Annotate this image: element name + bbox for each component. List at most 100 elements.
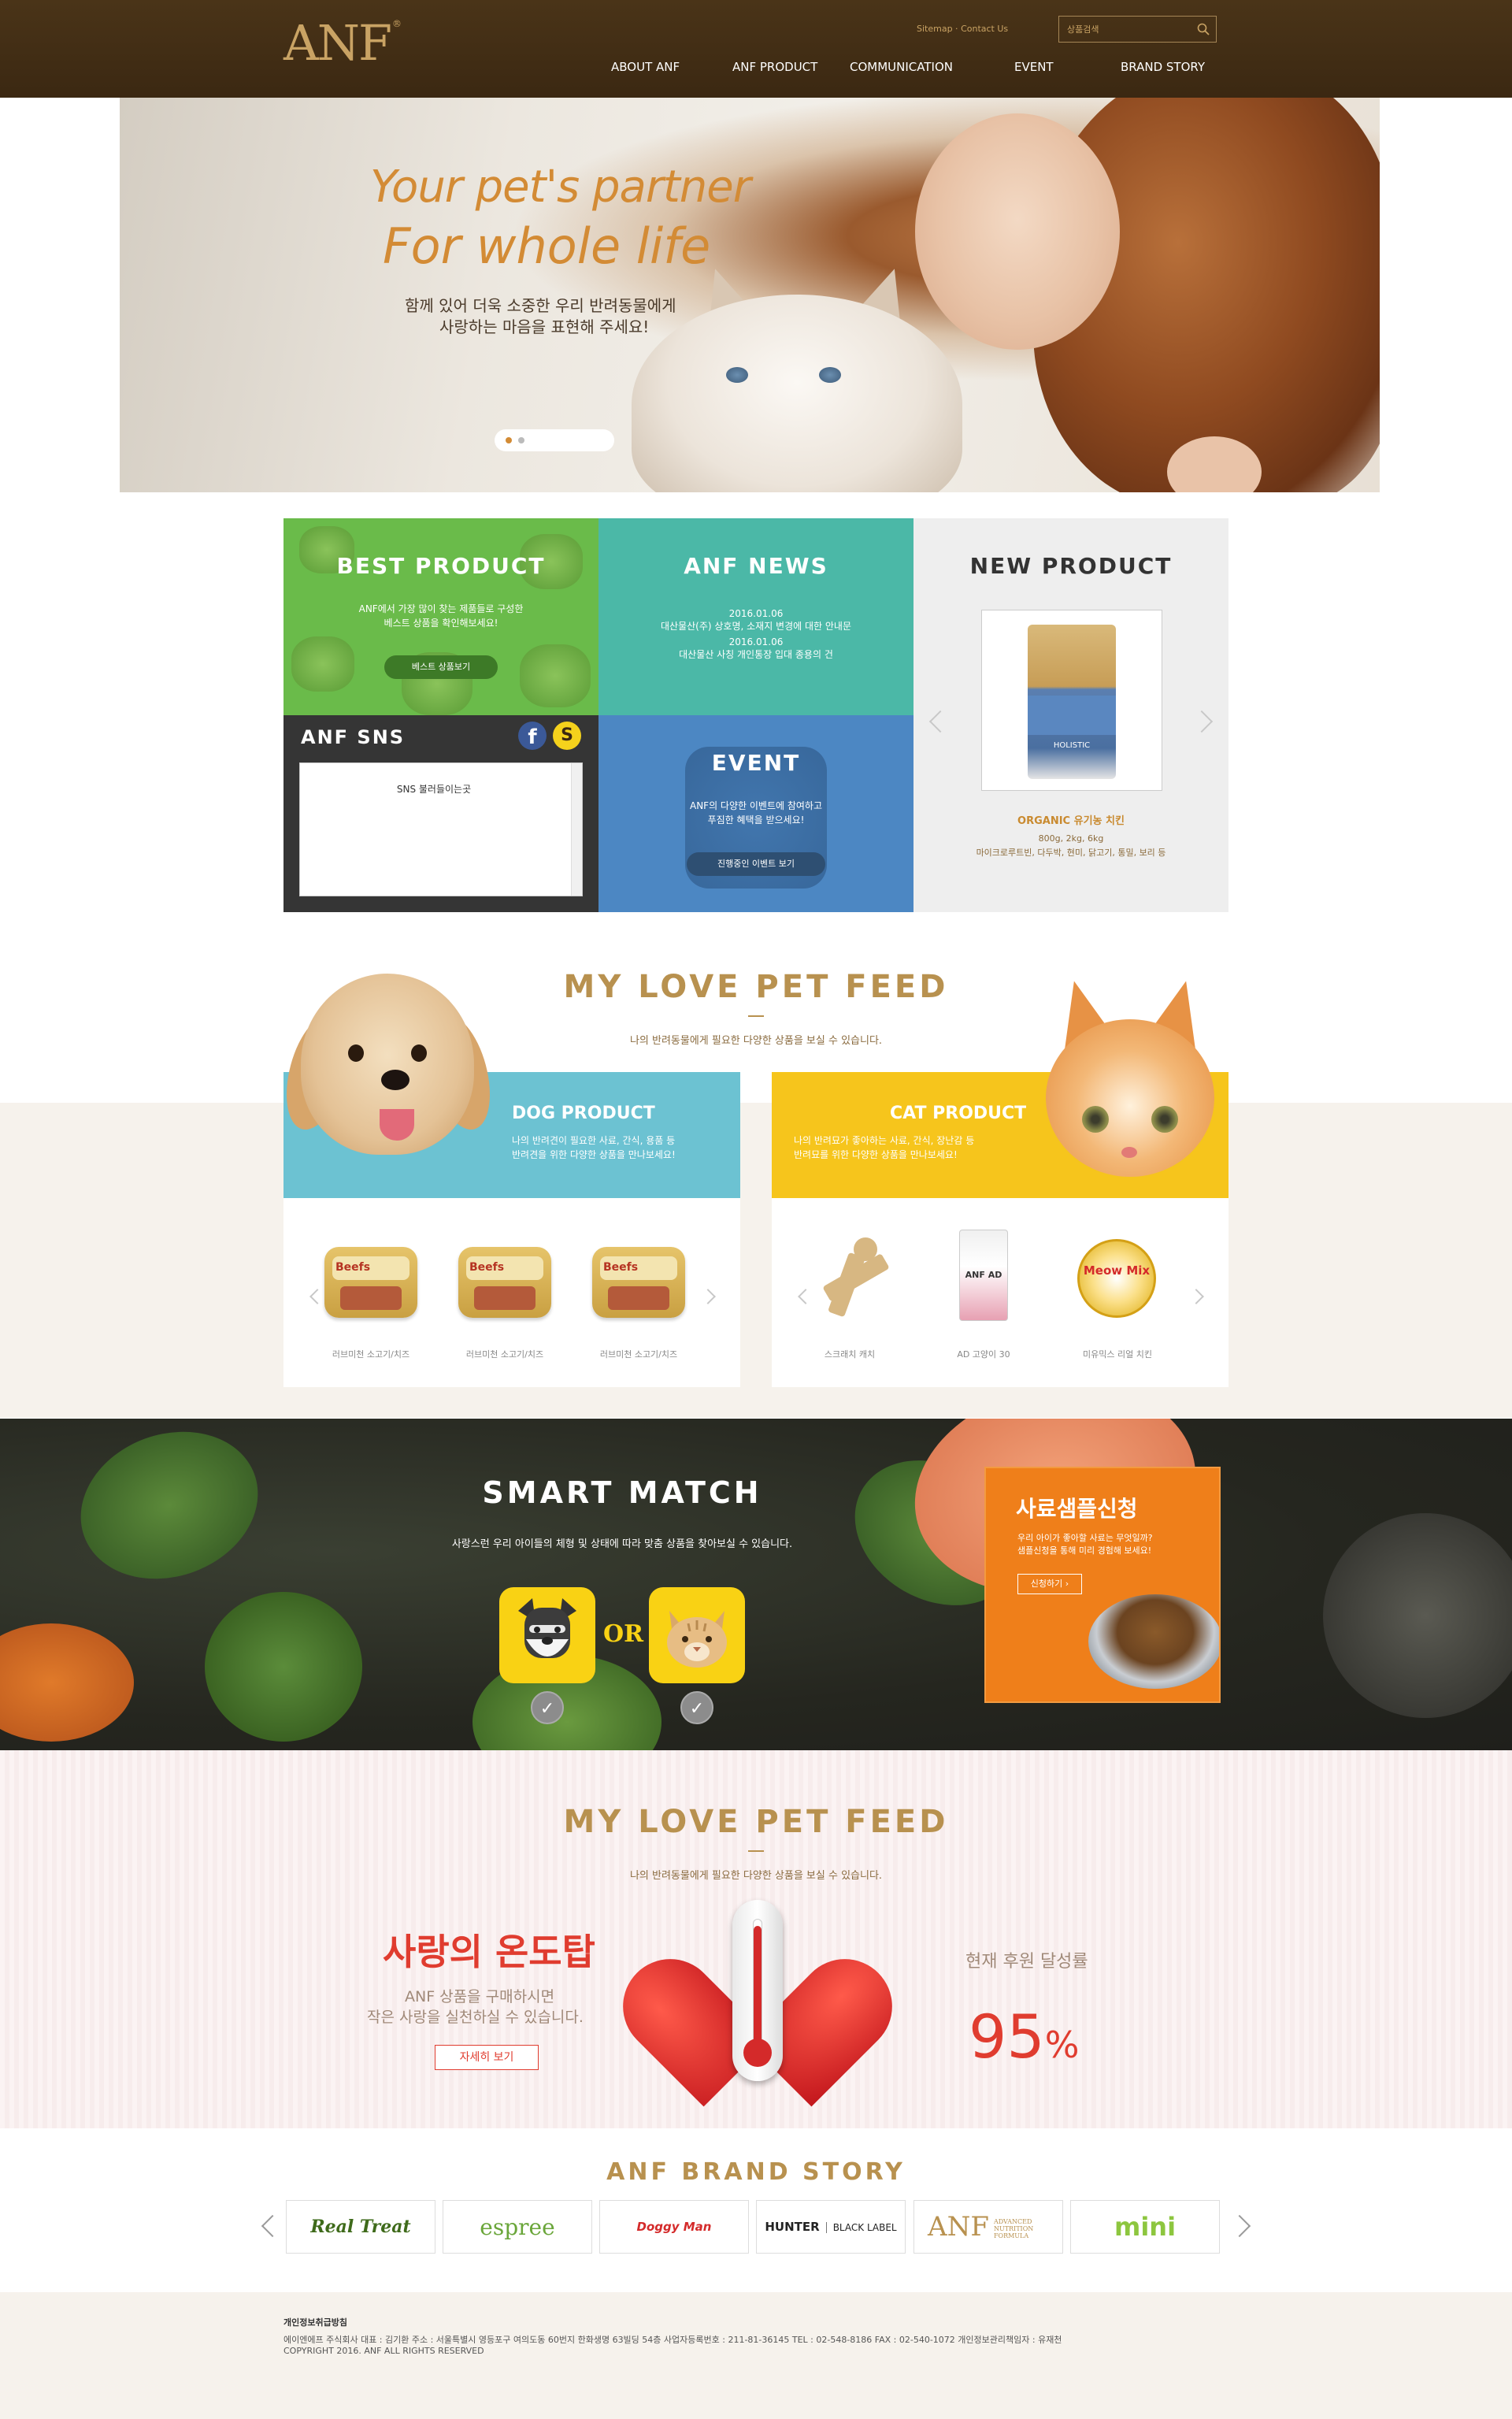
best-product-desc2: 베스트 상품을 확인해보세요! xyxy=(384,618,498,629)
brand-prev-arrow[interactable] xyxy=(261,2214,284,2238)
search-icon[interactable] xyxy=(1197,23,1210,35)
dog-product-item[interactable]: Beefs xyxy=(446,1237,564,1332)
brand-mini[interactable]: mini xyxy=(1070,2200,1220,2254)
kakaostory-icon[interactable]: S xyxy=(553,722,581,750)
brand-anf[interactable]: ANF ADVANCED NUTRITION FORMULA xyxy=(914,2200,1063,2254)
puppy-eye xyxy=(348,1044,364,1062)
sitemap-link[interactable]: Sitemap xyxy=(917,24,953,34)
product-search-input[interactable] xyxy=(1067,24,1185,35)
cat-product-item[interactable]: ANF AD xyxy=(925,1230,1043,1324)
hero-title-line2: For whole life xyxy=(383,217,711,275)
food-sample-request-card[interactable]: 사료샘플신청 우리 아이가 좋아할 사료는 무엇일까? 샘플신청을 통해 미리 … xyxy=(984,1467,1221,1703)
hero-title-line1: Your pet's partner xyxy=(370,161,751,213)
donation-desc1: ANF 상품을 구매하시면 xyxy=(405,1988,555,2005)
puppy-tongue xyxy=(380,1109,414,1141)
new-product-next-arrow[interactable] xyxy=(1190,710,1214,733)
brand-hunter[interactable]: HUNTER BLACK LABEL xyxy=(756,2200,906,2254)
can-brand: Meow Mix xyxy=(1083,1263,1151,1278)
anf-brand-logo: ANF ADVANCED NUTRITION FORMULA xyxy=(928,2211,1049,2243)
dog-product-name[interactable]: 러브미천 소고기/치즈 xyxy=(312,1348,430,1360)
cat-next-arrow[interactable] xyxy=(1188,1289,1204,1304)
new-product-name[interactable]: ORGANIC 유기농 치킨 xyxy=(914,812,1228,827)
copyright: COPYRIGHT 2016. ANF ALL RIGHTS RESERVED xyxy=(284,2346,484,2356)
hunter-logo: HUNTER BLACK LABEL xyxy=(765,2220,897,2234)
privacy-policy-link[interactable]: 개인정보취급방침 xyxy=(284,2316,347,2328)
tabby-cat-face-icon xyxy=(667,1611,727,1668)
real-treat-logo: Real Treat xyxy=(310,2217,411,2237)
nav-communication[interactable]: COMMUNICATION xyxy=(850,60,953,74)
hero-kitten xyxy=(632,295,962,492)
donation-detail-button[interactable]: 자세히 보기 xyxy=(435,2045,539,2070)
cat-product-item[interactable]: Meow Mix xyxy=(1058,1230,1177,1324)
nav-about-anf[interactable]: ABOUT ANF xyxy=(611,60,680,74)
hero-pagination xyxy=(495,429,614,451)
thermometer-tube xyxy=(753,1919,762,2045)
new-product-image[interactable]: HOLISTIC xyxy=(981,610,1162,791)
hero-kitten-eye xyxy=(819,367,841,383)
anf-wordmark: ANF xyxy=(928,2211,989,2243)
new-product-box: NEW PRODUCT HOLISTIC ORGANIC 유기농 치킨 800g… xyxy=(914,518,1228,912)
cat-select-check-icon[interactable]: ✓ xyxy=(680,1691,713,1724)
brand-espree[interactable]: espree xyxy=(443,2200,592,2254)
love-thermometer-title: 사랑의 온도탑 xyxy=(383,1931,595,1973)
event-title: EVENT xyxy=(711,750,801,776)
new-product-prev-arrow[interactable] xyxy=(928,710,952,733)
event-desc1: ANF의 다양한 이벤트에 참여하고 xyxy=(689,800,822,811)
news-item[interactable]: 대산물산(주) 상호명, 소재지 변경에 대한 안내문 xyxy=(598,619,914,633)
sns-scrollbar[interactable] xyxy=(571,763,582,896)
sns-feed-area: SNS 불러들이는곳 xyxy=(299,762,583,896)
best-product-title: BEST PRODUCT xyxy=(336,553,546,579)
nav-anf-product[interactable]: ANF PRODUCT xyxy=(732,60,817,74)
hero-dot-active[interactable] xyxy=(506,437,512,443)
sample-desc1: 우리 아이가 좋아할 사료는 무엇일까? xyxy=(1017,1533,1153,1543)
anf-news-box: ANF NEWS 2016.01.06 대산물산(주) 상호명, 소재지 변경에… xyxy=(598,518,914,715)
brand-real-treat[interactable]: Real Treat xyxy=(286,2200,435,2254)
sample-desc2: 샘플신청을 통해 미리 경험해 보세요! xyxy=(1017,1545,1152,1556)
cat-product-item[interactable] xyxy=(791,1230,909,1324)
hero-dot[interactable] xyxy=(518,437,524,443)
dog-product-item[interactable]: Beefs xyxy=(580,1237,698,1332)
tray-food xyxy=(340,1286,402,1310)
utility-links: Sitemap · Contact Us xyxy=(917,24,1008,34)
dog-next-arrow[interactable] xyxy=(700,1289,716,1304)
smart-match-section: SMART MATCH 사랑스런 우리 아이들의 체형 및 상태에 따라 맞춤 … xyxy=(0,1419,1512,1750)
cat-product-name[interactable]: AD 고양이 30 xyxy=(925,1348,1043,1360)
dog-select-check-icon[interactable]: ✓ xyxy=(531,1691,564,1724)
rate-number: 95 xyxy=(969,2002,1045,2072)
hero-subtitle-line2: 사랑하는 마음을 표현해 주세요! xyxy=(439,317,650,336)
hero-banner[interactable]: Your pet's partner For whole life 함께 있어 … xyxy=(120,98,1380,492)
schnauzer-face-icon xyxy=(518,1598,576,1658)
cat-food-can-image: Meow Mix xyxy=(1077,1239,1156,1318)
food-bag-image: HOLISTIC xyxy=(1028,625,1116,779)
dog-product-title: DOG PRODUCT xyxy=(512,1104,655,1123)
event-button[interactable]: 진행중인 이벤트 보기 xyxy=(687,852,825,876)
cat-product-name[interactable]: 스크래치 캐치 xyxy=(791,1348,909,1360)
dog-product-name[interactable]: 러브미천 소고기/치즈 xyxy=(446,1348,564,1360)
food-bag-band xyxy=(1028,696,1116,735)
puppy-head xyxy=(301,974,474,1155)
news-item[interactable]: 대산물산 사칭 개인통장 입대 종용의 건 xyxy=(598,647,914,662)
mini-wordmark: mini xyxy=(1114,2212,1177,2242)
dog-product-item[interactable]: Beefs xyxy=(312,1237,430,1332)
brand-next-arrow[interactable] xyxy=(1228,2214,1251,2238)
espree-wordmark: espree xyxy=(480,2213,555,2240)
cat-product-name[interactable]: 미유믹스 리얼 치킨 xyxy=(1058,1348,1177,1360)
cat-product-title: CAT PRODUCT xyxy=(890,1104,1027,1123)
product-search-box xyxy=(1058,16,1217,43)
food-tray-image: Beefs xyxy=(324,1247,417,1318)
cat-match-button[interactable] xyxy=(649,1587,745,1683)
puppy-nose xyxy=(381,1070,410,1090)
facebook-icon[interactable]: f xyxy=(518,722,547,750)
brand-doggy-man[interactable]: Doggy Man xyxy=(599,2200,749,2254)
event-desc2: 푸짐한 혜택을 받으세요! xyxy=(707,814,805,826)
sample-apply-button[interactable]: 신청하기 › xyxy=(1017,1574,1082,1594)
nav-brand-story[interactable]: BRAND STORY xyxy=(1121,60,1205,74)
event-box: EVENT ANF의 다양한 이벤트에 참여하고 푸짐한 혜택을 받으세요! 진… xyxy=(598,715,914,912)
pet-feed-subtitle: 나의 반려동물에게 필요한 다양한 상품을 보실 수 있습니다. xyxy=(629,1035,883,1047)
nav-event[interactable]: EVENT xyxy=(1014,60,1054,74)
contact-us-link[interactable]: Contact Us xyxy=(961,24,1008,34)
best-product-button[interactable]: 베스트 상품보기 xyxy=(384,655,498,679)
dog-product-name[interactable]: 러브미천 소고기/치즈 xyxy=(580,1348,698,1360)
achievement-rate-value: 95% xyxy=(969,2007,1079,2067)
dog-match-button[interactable] xyxy=(499,1587,595,1683)
